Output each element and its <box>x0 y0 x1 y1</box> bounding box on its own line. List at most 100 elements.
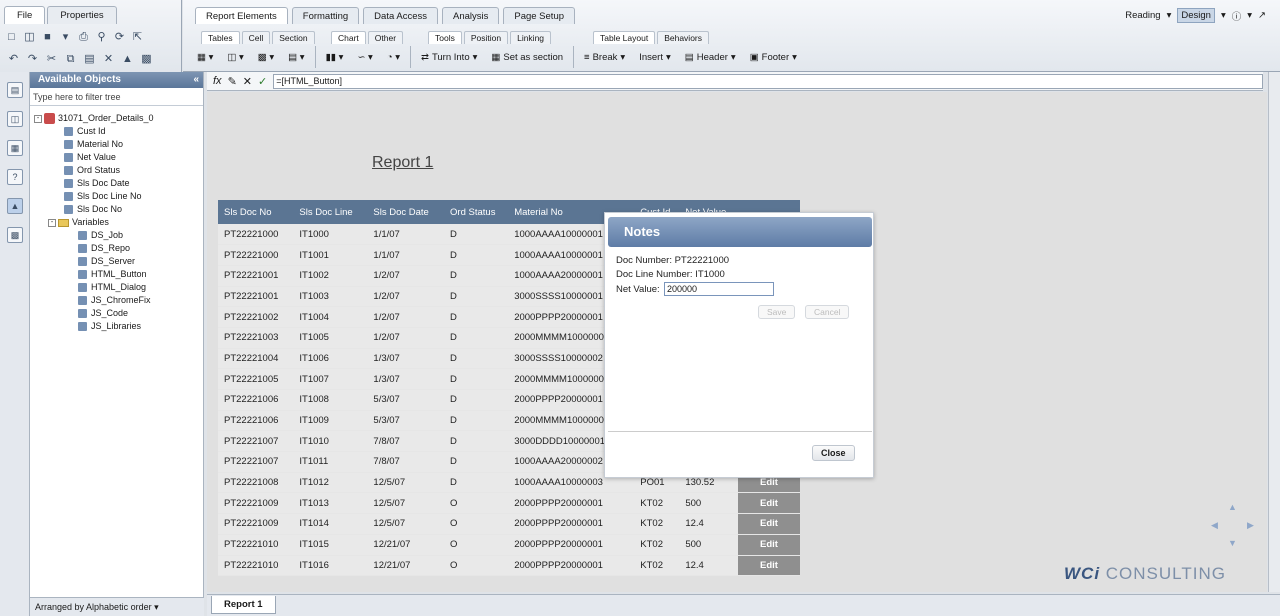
column-header[interactable]: Ord Status <box>444 200 509 224</box>
table-cell[interactable]: IT1011 <box>293 451 368 473</box>
subtab-position[interactable]: Position <box>463 31 509 44</box>
pie-chart-icon[interactable]: ◔ ▾ <box>383 47 404 67</box>
arrow-down-icon[interactable]: ▼ <box>1228 538 1237 548</box>
export-icon[interactable]: ⇱ <box>130 30 145 45</box>
table-cell[interactable]: PT22221002 <box>218 306 294 328</box>
table-cell[interactable]: KT02 <box>634 534 680 556</box>
format-painter-icon[interactable]: ▲ <box>120 52 135 67</box>
table-cell[interactable]: IT1000 <box>293 224 368 246</box>
tab-report-1[interactable]: Report 1 <box>211 596 276 614</box>
table-cell[interactable]: 12.4 <box>679 513 738 535</box>
arrow-left-icon[interactable]: ◀ <box>1211 520 1218 531</box>
table-cell[interactable]: PT22221009 <box>218 513 294 535</box>
table-cell[interactable]: IT1015 <box>293 534 368 556</box>
table-cell[interactable]: 5/3/07 <box>367 410 445 432</box>
tab-analysis[interactable]: Analysis <box>441 7 500 24</box>
table-cell[interactable]: IT1016 <box>293 555 368 577</box>
tab-page-setup[interactable]: Page Setup <box>503 7 576 24</box>
table-cell[interactable]: 12/5/07 <box>367 513 445 535</box>
column-table-icon[interactable]: ◫ ▾ <box>223 47 247 67</box>
chevron-down-icon[interactable]: ▾ <box>58 30 73 45</box>
subtab-table-layout[interactable]: Table Layout <box>593 31 656 44</box>
table-cell[interactable]: IT1002 <box>293 265 368 287</box>
table-cell[interactable]: 1/2/07 <box>367 327 445 349</box>
available-objects-icon[interactable]: ▲ <box>7 198 23 214</box>
subtab-other[interactable]: Other <box>367 31 404 44</box>
table-cell[interactable]: D <box>444 451 509 473</box>
subtab-chart[interactable]: Chart <box>331 31 366 44</box>
table-cell[interactable]: 1/2/07 <box>367 265 445 287</box>
table-cell[interactable]: PT22221010 <box>218 555 294 577</box>
chevron-down-icon[interactable]: ▾ <box>1247 10 1252 21</box>
tree-variable-item[interactable]: DS_Repo <box>30 242 203 255</box>
tree-variables-folder[interactable]: - Variables <box>30 216 203 229</box>
find-icon[interactable]: ⚲ <box>94 30 109 45</box>
cancel-button[interactable]: Cancel <box>805 305 850 319</box>
table-cell[interactable]: IT1013 <box>293 492 368 515</box>
table-cell[interactable]: D <box>444 430 509 453</box>
table-cell[interactable]: 2000PPPP20000001 <box>508 492 635 515</box>
table-cell[interactable]: KT02 <box>634 513 680 535</box>
table-cell[interactable]: PT22221010 <box>218 534 294 556</box>
subtab-tools[interactable]: Tools <box>428 31 462 44</box>
table-cell[interactable]: 12/5/07 <box>367 492 445 515</box>
tree-dimension-item[interactable]: Material No <box>30 138 203 151</box>
subtab-tables[interactable]: Tables <box>201 31 240 44</box>
table-cell[interactable]: KT02 <box>634 492 680 515</box>
chevron-down-icon[interactable]: ▾ <box>154 602 159 612</box>
table-cell[interactable]: D <box>444 472 509 494</box>
table-cell[interactable]: D <box>444 224 509 246</box>
chevron-down-icon[interactable]: ▾ <box>1167 10 1172 21</box>
table-cell[interactable]: IT1008 <box>293 389 368 411</box>
table-cell[interactable]: D <box>444 244 509 266</box>
help-icon[interactable]: ⓘ <box>1232 9 1242 23</box>
insert-button[interactable]: Insert ▾ <box>635 47 675 67</box>
cancel-formula-icon[interactable]: ✕ <box>243 75 252 88</box>
design-mode-button[interactable]: Design <box>1177 8 1215 23</box>
collapse-icon[interactable]: « <box>193 72 199 88</box>
subtab-behaviors[interactable]: Behaviors <box>657 31 710 44</box>
arrow-right-icon[interactable]: ▶ <box>1247 520 1254 531</box>
tree-dimension-item[interactable]: Sls Doc Line No <box>30 190 203 203</box>
table-cell[interactable]: IT1012 <box>293 472 368 494</box>
table-cell[interactable]: KT02 <box>634 555 680 577</box>
expand-icon[interactable]: ↗ <box>1258 10 1266 21</box>
edit-button[interactable]: Edit <box>738 555 800 577</box>
filter-icon[interactable]: ▩ <box>7 227 23 243</box>
table-cell[interactable]: PT22221007 <box>218 451 294 473</box>
vertical-scrollbar[interactable] <box>1268 72 1280 592</box>
set-as-section-button[interactable]: ▦ Set as section <box>487 47 567 67</box>
help-icon[interactable]: ? <box>7 169 23 185</box>
crosstab-icon[interactable]: ▩ ▾ <box>254 47 278 67</box>
table-cell[interactable]: PT22221009 <box>218 492 294 515</box>
table-cell[interactable]: 1/2/07 <box>367 286 445 308</box>
subtab-cell[interactable]: Cell <box>241 31 271 44</box>
structure-icon[interactable]: ▦ <box>7 140 23 156</box>
filter-input[interactable]: Type here to filter tree <box>30 88 203 106</box>
table-cell[interactable]: 500 <box>679 492 738 515</box>
table-cell[interactable]: D <box>444 286 509 308</box>
new-document-icon[interactable]: □ <box>4 30 19 45</box>
column-header[interactable]: Sls Doc Line <box>293 200 368 224</box>
table-cell[interactable]: PT22221000 <box>218 224 294 246</box>
table-cell[interactable]: O <box>444 555 509 577</box>
table-cell[interactable]: PT22221006 <box>218 410 294 432</box>
table-cell[interactable]: D <box>444 306 509 328</box>
table-cell[interactable]: O <box>444 534 509 556</box>
subtab-section[interactable]: Section <box>272 31 315 44</box>
table-cell[interactable]: PT22221003 <box>218 327 294 349</box>
fx-icon[interactable]: fx <box>213 75 222 87</box>
refresh-icon[interactable]: ⟳ <box>112 30 127 45</box>
tree-variable-item[interactable]: JS_Libraries <box>30 320 203 333</box>
tree-dimension-item[interactable]: Net Value <box>30 151 203 164</box>
formula-input[interactable]: =[HTML_Button] <box>273 73 1263 89</box>
table-cell[interactable]: O <box>444 492 509 515</box>
table-cell[interactable]: D <box>444 348 509 370</box>
header-button[interactable]: ▤ Header ▾ <box>681 47 740 67</box>
table-cell[interactable]: 12/21/07 <box>367 555 445 577</box>
arrow-up-icon[interactable]: ▲ <box>1228 502 1237 512</box>
table-cell[interactable]: IT1004 <box>293 306 368 328</box>
column-header[interactable]: Sls Doc No <box>218 200 294 224</box>
table-icon[interactable]: ▦ ▾ <box>193 47 217 67</box>
edit-button[interactable]: Edit <box>738 492 800 515</box>
